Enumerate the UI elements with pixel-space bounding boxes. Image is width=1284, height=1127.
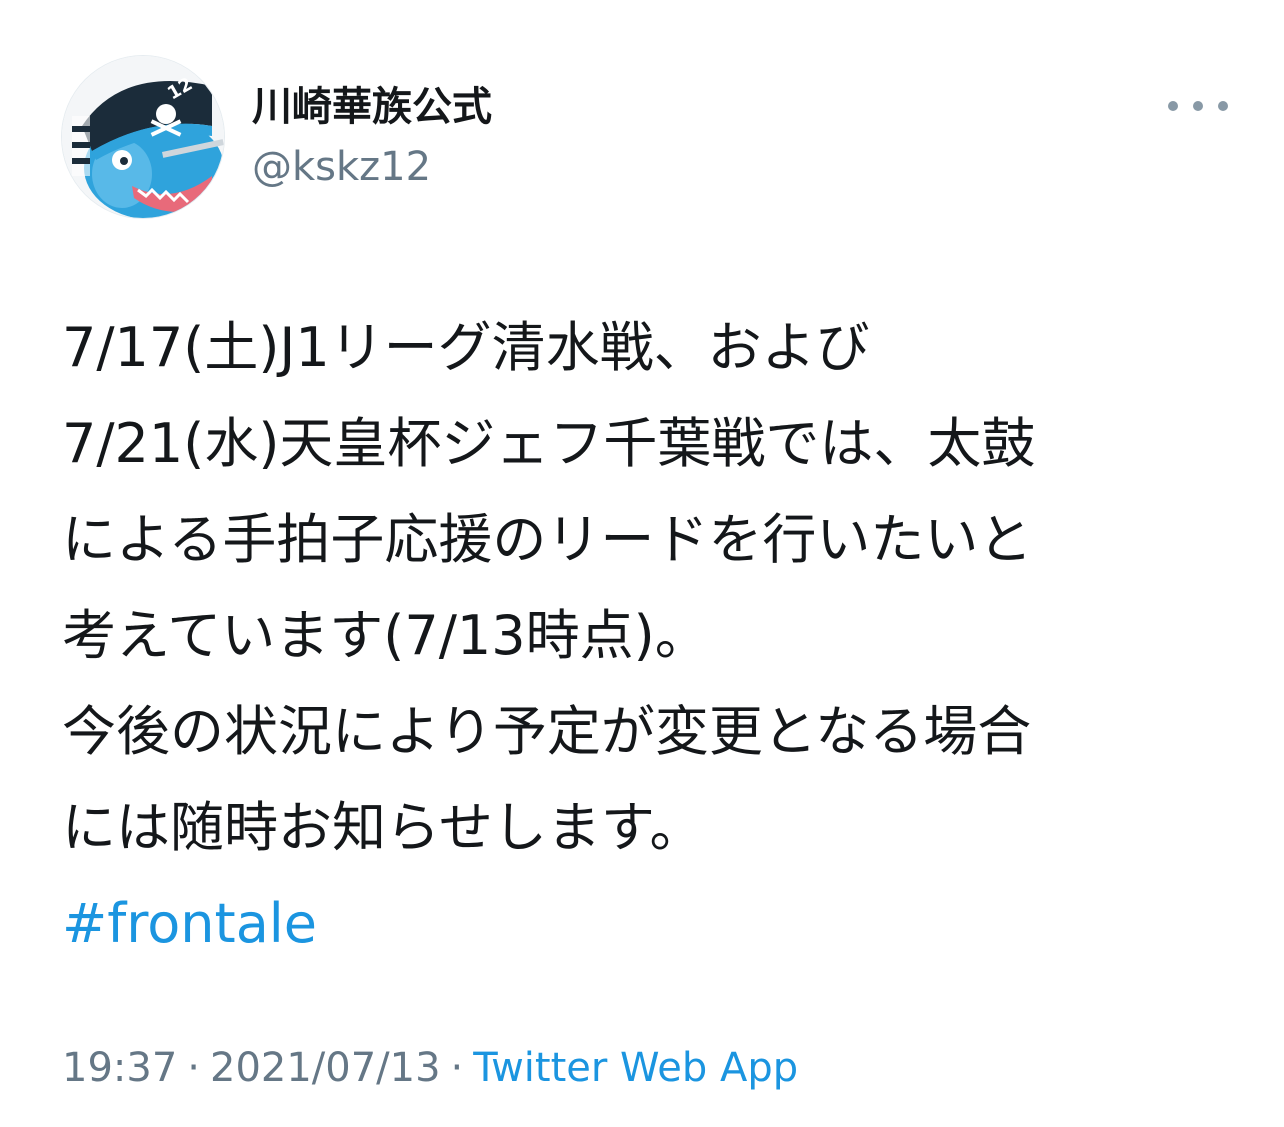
more-horizontal-icon (1168, 101, 1178, 111)
more-options-button[interactable] (1168, 88, 1228, 124)
meta-separator: · (450, 1045, 464, 1091)
tweet-text-line: 7/17(土)J1リーグ清水戦、および (62, 316, 870, 379)
avatar[interactable]: 12 (62, 56, 224, 218)
tweet-source-link[interactable]: Twitter Web App (473, 1045, 798, 1091)
more-horizontal-icon (1193, 101, 1203, 111)
more-horizontal-icon (1218, 101, 1228, 111)
tweet-card: 12 川崎華族公式 @kskz12 7/17(土)J1リーグ清水戦、および 7/… (0, 0, 1284, 1127)
meta-separator: · (187, 1045, 200, 1091)
tweet-text-line: による手拍子応援のリードを行いたいと (62, 508, 1033, 571)
tweet-time[interactable]: 19:37 (62, 1045, 177, 1091)
author-display-name[interactable]: 川崎華族公式 (252, 82, 492, 132)
tweet-metadata: 19:37 · 2021/07/13 · Twitter Web App (62, 1040, 798, 1096)
tweet-text: 7/17(土)J1リーグ清水戦、および 7/21(水)天皇杯ジェフ千葉戦では、太… (62, 300, 1242, 972)
tweet-text-line: 考えています(7/13時点)。 (62, 604, 709, 667)
tweet-text-line: 今後の状況により予定が変更となる場合 (62, 700, 1032, 763)
tweet-text-line: 7/21(水)天皇杯ジェフ千葉戦では、太鼓 (62, 412, 1036, 475)
tweet-date[interactable]: 2021/07/13 (210, 1045, 441, 1091)
tweet-text-line: には随時お知らせします。 (62, 796, 704, 859)
pirate-mascot-avatar-icon: 12 (62, 56, 224, 218)
hashtag-link[interactable]: #frontale (62, 892, 317, 955)
author-handle[interactable]: @kskz12 (252, 142, 431, 192)
